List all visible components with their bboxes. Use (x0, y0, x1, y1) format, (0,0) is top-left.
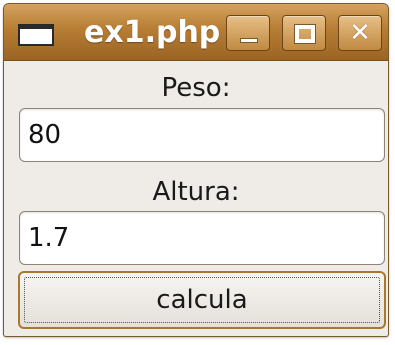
altura-input[interactable] (19, 211, 385, 265)
maximize-button[interactable] (282, 15, 326, 51)
minimize-button[interactable] (226, 15, 270, 51)
peso-input[interactable] (19, 108, 385, 162)
minimize-icon (240, 38, 258, 43)
close-button[interactable]: ✕ (338, 15, 382, 51)
peso-label: Peso: (161, 73, 231, 103)
calcula-button[interactable]: calcula (18, 271, 386, 329)
maximize-icon (294, 24, 316, 44)
app-window: ex1.php ✕ Peso: Altura: calcula (3, 3, 389, 337)
title-bar[interactable]: ex1.php ✕ (4, 4, 388, 61)
window-app-icon[interactable] (18, 24, 54, 46)
close-icon: ✕ (349, 18, 371, 48)
window-title: ex1.php (84, 15, 221, 50)
altura-label: Altura: (152, 177, 240, 207)
calcula-button-label: calcula (156, 285, 248, 315)
